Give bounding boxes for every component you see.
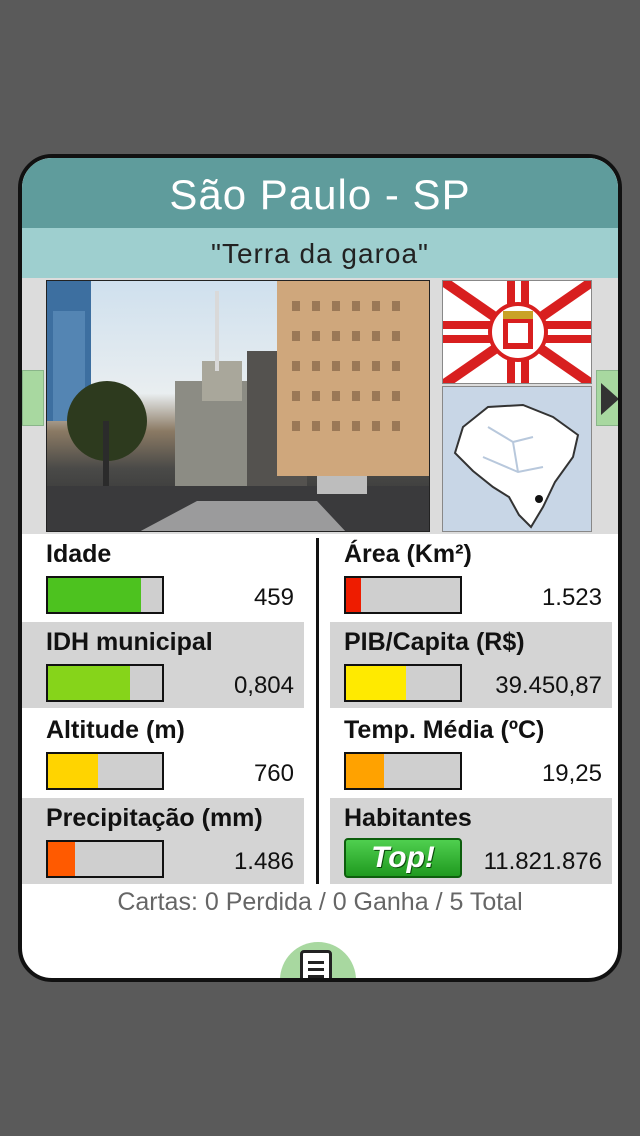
card-details-button[interactable] xyxy=(280,942,356,978)
city-photo xyxy=(46,280,430,532)
stat-bar-fill xyxy=(48,666,131,700)
card-title: São Paulo - SP xyxy=(22,158,618,228)
previous-card-button[interactable] xyxy=(22,370,44,426)
stat-bar-fill xyxy=(48,578,142,612)
stat-value: 760 xyxy=(253,760,294,787)
stat-label: IDH municipal xyxy=(46,628,213,656)
stat-value: 0,804 xyxy=(233,672,294,699)
stat-idh[interactable]: IDH municipal 0,804 xyxy=(22,622,304,708)
stat-value: 19,25 xyxy=(541,760,602,787)
stat-bar xyxy=(344,752,462,790)
stat-precipitacao[interactable]: Precipitação (mm) 1.486 xyxy=(22,798,304,884)
stat-area[interactable]: Área (Km²) 1.523 xyxy=(330,534,612,620)
media-strip xyxy=(22,278,618,534)
stat-value: 459 xyxy=(253,584,294,611)
stat-label: Habitantes xyxy=(344,804,472,832)
stat-value: 1.523 xyxy=(541,584,602,611)
stat-label: Altitude (m) xyxy=(46,716,185,744)
stat-label: Precipitação (mm) xyxy=(46,804,263,832)
stat-label: Temp. Média (ºC) xyxy=(344,716,545,744)
stat-value: 1.486 xyxy=(233,848,294,875)
stat-bar xyxy=(344,664,462,702)
stat-bar-fill xyxy=(346,754,384,788)
document-list-icon xyxy=(300,950,332,978)
city-flag xyxy=(442,280,592,384)
stat-label: Idade xyxy=(46,540,112,568)
column-divider xyxy=(316,538,319,884)
next-card-button[interactable] xyxy=(596,370,618,426)
top-badge: Top! xyxy=(344,838,462,878)
cards-summary: Cartas: 0 Perdida / 0 Ganha / 5 Total xyxy=(117,888,523,916)
stat-bar-fill xyxy=(346,578,361,612)
card-subtitle: "Terra da garoa" xyxy=(22,228,618,278)
stats-panel: Idade 459 IDH municipal 0,804 Altitude (… xyxy=(22,534,618,886)
stat-label: PIB/Capita (R$) xyxy=(344,628,525,656)
stat-bar xyxy=(344,576,462,614)
stat-bar-fill xyxy=(48,754,99,788)
stat-value: 11.821.876 xyxy=(483,848,602,875)
city-card: São Paulo - SP "Terra da garoa" Idade 45… xyxy=(18,154,622,982)
stat-bar-fill xyxy=(48,842,76,876)
stat-bar xyxy=(46,752,164,790)
stat-bar-fill xyxy=(346,666,407,700)
stat-label: Área (Km²) xyxy=(344,540,472,568)
brazil-location-map xyxy=(442,386,592,532)
stat-bar xyxy=(46,576,164,614)
stat-idade[interactable]: Idade 459 xyxy=(22,534,304,620)
chevron-right-icon xyxy=(601,383,618,415)
stat-altitude[interactable]: Altitude (m) 760 xyxy=(22,710,304,796)
stat-habitantes[interactable]: Habitantes Top! 11.821.876 xyxy=(330,798,612,884)
stat-bar xyxy=(46,840,164,878)
stat-value: 39.450,87 xyxy=(495,672,602,699)
stat-bar xyxy=(46,664,164,702)
stat-temperatura[interactable]: Temp. Média (ºC) 19,25 xyxy=(330,710,612,796)
stat-pib[interactable]: PIB/Capita (R$) 39.450,87 xyxy=(330,622,612,708)
